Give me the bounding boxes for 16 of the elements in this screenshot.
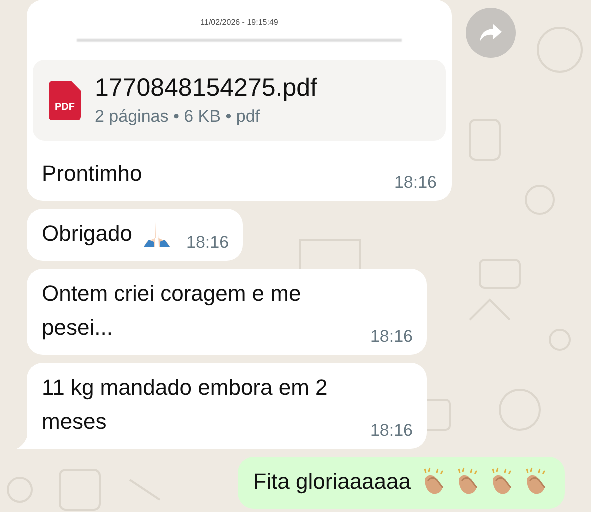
pdf-file-icon: PDF [49, 80, 81, 120]
forward-arrow-icon [479, 23, 503, 43]
message-time: 18:16 [394, 173, 437, 193]
forward-button[interactable] [466, 8, 516, 58]
message-text: Ontem criei coragem e me pesei... [42, 280, 302, 342]
file-details: 2 páginas • 6 KB • pdf [95, 107, 262, 127]
message-text: Obrigado [42, 220, 133, 248]
file-name: 1770848154275.pdf [95, 74, 318, 103]
message-text: Prontimho [42, 160, 142, 188]
document-card[interactable]: PDF 1770848154275.pdf 2 páginas • 6 KB • pdf [33, 60, 446, 141]
message-text: Fita gloriaaaaaa [253, 468, 411, 496]
message-time: 18:16 [186, 233, 230, 253]
message-text: 11 kg mandado embora em 2 meses [42, 374, 329, 436]
message-time: 18:16 [370, 421, 413, 441]
message-time: 18:16 [370, 327, 413, 347]
preview-date: 11/02/2026 - 19:15:49 [200, 18, 278, 27]
